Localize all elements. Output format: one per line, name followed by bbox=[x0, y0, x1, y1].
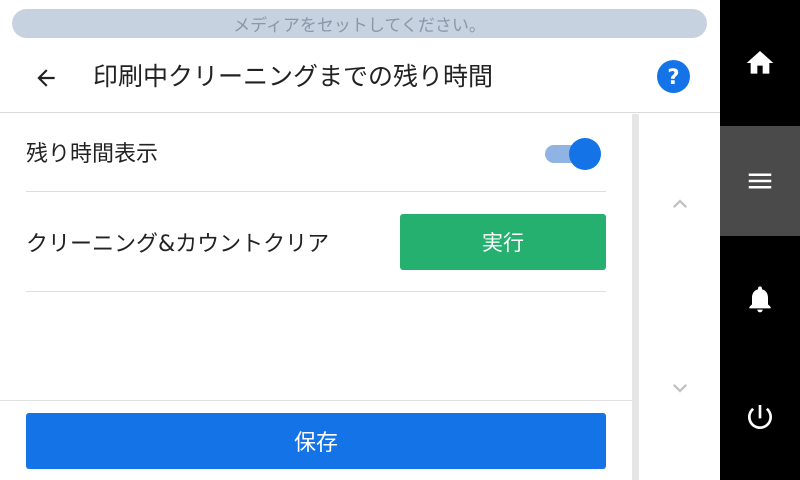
show-remaining-toggle[interactable] bbox=[545, 136, 601, 170]
scrollbar[interactable] bbox=[632, 114, 639, 480]
setting-row-show-remaining: 残り時間表示 bbox=[26, 114, 606, 192]
power-icon bbox=[748, 405, 772, 429]
home-icon bbox=[746, 51, 774, 74]
toggle-thumb bbox=[569, 138, 601, 170]
scroll-down-button[interactable] bbox=[662, 370, 698, 406]
arrow-left-icon bbox=[37, 69, 55, 87]
nav-notifications-button[interactable] bbox=[720, 244, 800, 354]
run-button[interactable]: 実行 bbox=[400, 214, 606, 270]
chevron-up-icon bbox=[673, 199, 687, 208]
menu-icon bbox=[748, 173, 772, 189]
nav-home-button[interactable] bbox=[720, 8, 800, 118]
run-button-label: 実行 bbox=[482, 231, 524, 255]
show-remaining-label: 残り時間表示 bbox=[26, 142, 159, 167]
nav-power-button[interactable] bbox=[720, 362, 800, 472]
save-button[interactable]: 保存 bbox=[26, 413, 606, 469]
status-banner: メディアをセットしてください。 bbox=[12, 9, 707, 38]
scroll-up-button[interactable] bbox=[662, 186, 698, 222]
page-header: 印刷中クリーニングまでの残り時間 ? bbox=[0, 40, 720, 113]
help-button[interactable]: ? bbox=[657, 60, 690, 93]
settings-list: 残り時間表示 クリーニング&カウントクリア 実行 bbox=[0, 114, 632, 400]
nav-menu-button[interactable] bbox=[720, 126, 800, 236]
clear-count-label: クリーニング&カウントクリア bbox=[26, 232, 330, 257]
status-message: メディアをセットしてください。 bbox=[233, 16, 486, 36]
chevron-down-icon bbox=[673, 384, 687, 393]
save-button-label: 保存 bbox=[293, 431, 338, 456]
footer: 保存 bbox=[0, 400, 632, 480]
scroll-controls bbox=[632, 114, 720, 480]
help-icon: ? bbox=[667, 64, 680, 89]
side-nav bbox=[720, 0, 800, 480]
back-button[interactable] bbox=[26, 58, 66, 98]
page-title: 印刷中クリーニングまでの残り時間 bbox=[93, 62, 494, 91]
setting-row-clear-count: クリーニング&カウントクリア 実行 bbox=[26, 192, 606, 292]
bell-icon bbox=[749, 286, 771, 313]
